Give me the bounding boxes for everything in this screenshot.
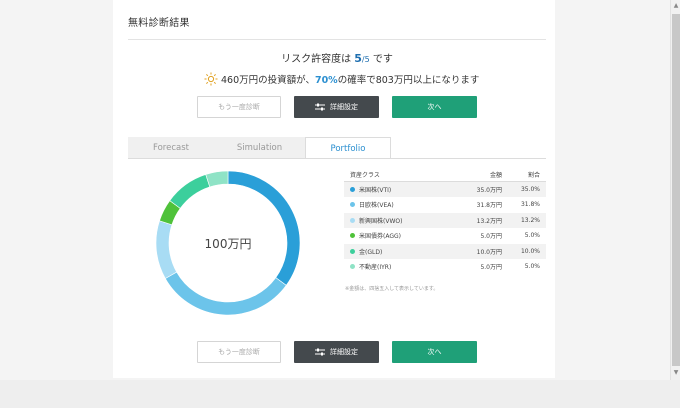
asset-ratio: 13.2%: [520, 216, 540, 224]
asset-ratio: 35.0%: [520, 185, 540, 193]
legend-dot: [350, 264, 355, 270]
result-tabs: Forecast Simulation Portfolio: [128, 137, 546, 159]
table-row: 新興国株(VWO) 13.2万円 13.2%: [344, 213, 546, 229]
asset-name-cell: 米国株(VTI): [344, 185, 454, 194]
tab-portfolio[interactable]: Portfolio: [305, 137, 391, 159]
legend-dot: [350, 186, 355, 192]
legend-dot: [350, 217, 355, 223]
table-row: 米国株(VTI) 35.0万円 35.0%: [344, 182, 546, 198]
asset-name-cell: 不動産(IYR): [344, 262, 454, 271]
asset-name: 不動産(IYR): [359, 264, 392, 272]
asset-amount: 31.8万円: [476, 202, 502, 210]
retry-diagnosis-button-bottom[interactable]: もう一度診断: [197, 341, 281, 363]
page-title: 無料診断結果: [128, 18, 190, 29]
detail-settings-button-bottom[interactable]: 詳細設定: [294, 341, 379, 363]
page-footer-band: [0, 380, 680, 408]
legend-dot: [350, 233, 355, 239]
legend-dot: [350, 248, 355, 254]
next-button[interactable]: 次へ: [392, 96, 477, 118]
table-row: 金(GLD) 10.0万円 10.0%: [344, 244, 546, 260]
donut-center-label: 100万円: [204, 236, 252, 251]
sliders-icon: [315, 348, 325, 356]
tab-simulation[interactable]: Simulation: [214, 137, 305, 159]
projection-probability: 70%: [314, 75, 338, 86]
detail-settings-label: 詳細設定: [330, 103, 358, 111]
header-ratio: 割合: [527, 172, 540, 179]
asset-name: 米国債券(AGG): [359, 233, 401, 241]
asset-amount: 35.0万円: [476, 186, 502, 194]
asset-ratio: 10.0%: [520, 247, 540, 255]
projection-line: 460万円の投資額が、70%の確率で803万円以上になります: [204, 72, 494, 86]
header-amount: 金額: [489, 172, 502, 179]
asset-name: 新興国株(VWO): [359, 217, 403, 225]
risk-value: 5: [354, 52, 362, 65]
sliders-icon: [315, 103, 325, 111]
sun-icon: [204, 72, 218, 86]
table-row: 不動産(IYR) 5.0万円 5.0%: [344, 260, 546, 275]
asset-amount: 5.0万円: [480, 264, 502, 272]
asset-name: 金(GLD): [359, 248, 383, 256]
table-row: 日欧株(VEA) 31.8万円 31.8%: [344, 198, 546, 213]
risk-denominator: /5: [361, 55, 370, 64]
rounding-note: ※金額は、四捨五入して表示しています。: [345, 286, 439, 292]
asset-ratio: 31.8%: [520, 201, 540, 209]
detail-settings-button[interactable]: 詳細設定: [294, 96, 379, 118]
asset-ratio: 5.0%: [524, 232, 540, 240]
asset-name-cell: 日欧株(VEA): [344, 200, 454, 209]
scroll-thumb[interactable]: [672, 14, 680, 366]
asset-amount: 10.0万円: [476, 248, 502, 256]
tab-forecast[interactable]: Forecast: [128, 137, 214, 159]
asset-name-cell: 米国債券(AGG): [344, 231, 454, 240]
tab-divider: [128, 158, 546, 159]
retry-diagnosis-button[interactable]: もう一度診断: [197, 96, 281, 118]
detail-settings-label: 詳細設定: [330, 348, 358, 356]
legend-dot: [350, 202, 355, 208]
vertical-scrollbar[interactable]: ▲ ▼: [670, 0, 680, 380]
table-row: 米国債券(AGG) 5.0万円 5.0%: [344, 229, 546, 244]
portfolio-donut-chart: 100万円: [155, 170, 301, 316]
asset-name: 日欧株(VEA): [359, 202, 394, 210]
scroll-up-icon[interactable]: ▲: [672, 1, 680, 11]
next-button-bottom[interactable]: 次へ: [392, 341, 477, 363]
table-body: 米国株(VTI) 35.0万円 35.0% 日欧株(VEA) 31.8万円 31.8% 新興…: [344, 182, 546, 275]
table-header: 資産クラス 金額 割合: [344, 168, 546, 182]
asset-ratio: 5.0%: [524, 263, 540, 271]
risk-tolerance-line: リスク許容度は 5/5 です: [128, 50, 546, 65]
projection-rest: の確率で803万円以上になります: [337, 75, 480, 86]
risk-prefix: リスク許容度は: [281, 54, 352, 65]
scroll-down-icon[interactable]: ▼: [672, 368, 680, 378]
risk-suffix: です: [372, 54, 393, 65]
title-divider: [128, 39, 546, 40]
allocation-table: 資産クラス 金額 割合 米国株(VTI) 35.0万円 35.0% 日欧株(VEA) 3…: [344, 168, 546, 275]
asset-amount: 5.0万円: [480, 233, 502, 241]
header-asset-class: 資産クラス: [350, 172, 380, 179]
asset-name-cell: 金(GLD): [344, 247, 454, 256]
asset-name-cell: 新興国株(VWO): [344, 216, 454, 225]
asset-name: 米国株(VTI): [359, 186, 392, 194]
projection-amount: 460万円の投資額が、: [221, 75, 315, 86]
asset-amount: 13.2万円: [476, 217, 502, 225]
